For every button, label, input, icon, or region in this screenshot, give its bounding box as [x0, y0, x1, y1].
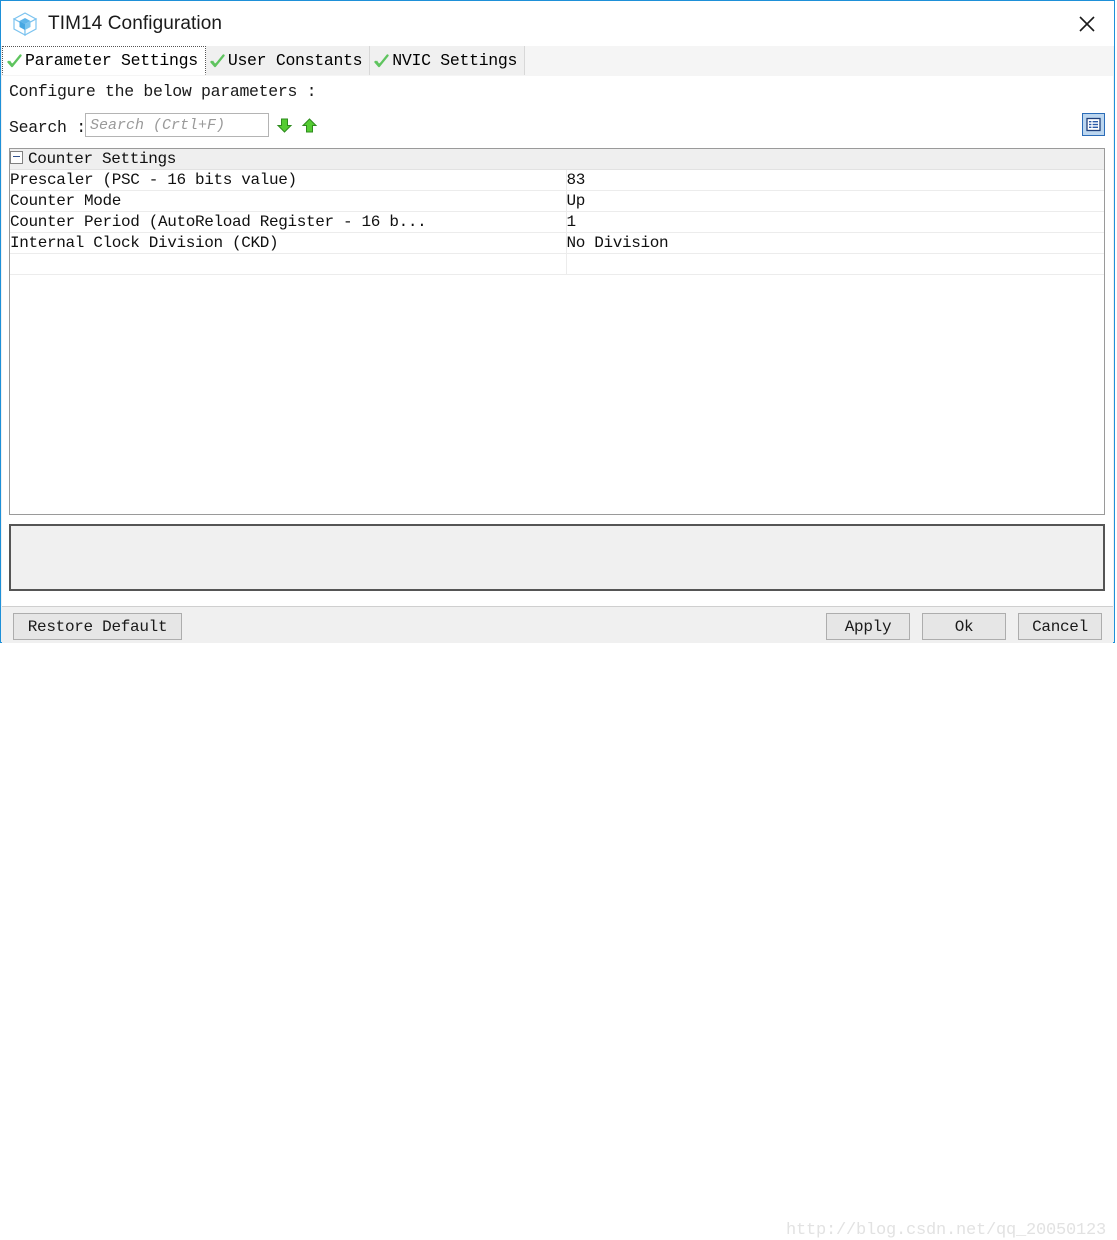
- footer-bar: http://blog.csdn.net/qq_20050123 Restore…: [2, 606, 1113, 1240]
- param-value[interactable]: Up: [565, 190, 1104, 212]
- watermark-text: http://blog.csdn.net/qq_20050123: [786, 1221, 1107, 1240]
- table-row[interactable]: Counter Mode Up: [10, 190, 1104, 212]
- minus-box-icon[interactable]: [10, 151, 23, 165]
- green-check-icon: [7, 54, 22, 69]
- param-name: Counter Mode: [10, 190, 566, 212]
- tab-label: NVIC Settings: [392, 51, 518, 70]
- param-value[interactable]: 83: [565, 169, 1104, 191]
- arrow-up-icon[interactable]: [301, 117, 318, 134]
- tab-label: Parameter Settings: [25, 51, 198, 70]
- tab-label: User Constants: [227, 51, 363, 70]
- param-name: Internal Clock Division (CKD): [10, 232, 566, 254]
- green-check-icon: [210, 54, 225, 69]
- restore-default-button[interactable]: Restore Default: [13, 613, 182, 640]
- group-label: Counter Settings: [28, 149, 177, 168]
- search-input[interactable]: [85, 113, 269, 137]
- table-row[interactable]: Counter Period (AutoReload Register - 16…: [10, 211, 1104, 233]
- search-row: Search :: [2, 112, 1113, 144]
- list-view-icon[interactable]: [1082, 113, 1105, 136]
- arrow-down-icon[interactable]: [276, 117, 293, 134]
- param-value[interactable]: No Division: [565, 232, 1104, 254]
- parameter-table[interactable]: Counter Settings Prescaler (PSC - 16 bit…: [9, 148, 1105, 515]
- instruction-text: Configure the below parameters :: [9, 82, 317, 101]
- content-area: Configure the below parameters : Search …: [2, 76, 1113, 642]
- tab-user-constants[interactable]: User Constants: [205, 46, 371, 75]
- tab-nvic-settings[interactable]: NVIC Settings: [370, 46, 526, 75]
- apply-button[interactable]: Apply: [826, 613, 910, 640]
- configuration-dialog: TIM14 Configuration Parameter Settings U…: [0, 0, 1115, 1240]
- table-row[interactable]: Internal Clock Division (CKD) No Divisio…: [10, 232, 1104, 254]
- description-panel: [9, 524, 1105, 591]
- close-icon[interactable]: [1070, 7, 1104, 41]
- table-group-header[interactable]: Counter Settings: [10, 149, 1104, 170]
- title-bar: TIM14 Configuration: [1, 1, 1114, 46]
- cancel-button[interactable]: Cancel: [1018, 613, 1102, 640]
- green-check-icon: [374, 54, 389, 69]
- param-name: Counter Period (AutoReload Register - 16…: [10, 211, 566, 233]
- cube-icon: [12, 11, 38, 37]
- param-name: Prescaler (PSC - 16 bits value): [10, 169, 566, 191]
- ok-button[interactable]: Ok: [922, 613, 1006, 640]
- table-row[interactable]: Prescaler (PSC - 16 bits value) 83: [10, 169, 1104, 191]
- param-value[interactable]: 1: [565, 211, 1104, 233]
- window-title: TIM14 Configuration: [48, 12, 223, 34]
- search-label: Search :: [9, 118, 86, 137]
- table-empty-row: [10, 253, 1104, 275]
- tab-parameter-settings[interactable]: Parameter Settings: [2, 46, 206, 75]
- tab-bar: Parameter Settings User Constants NVIC S…: [2, 46, 1113, 77]
